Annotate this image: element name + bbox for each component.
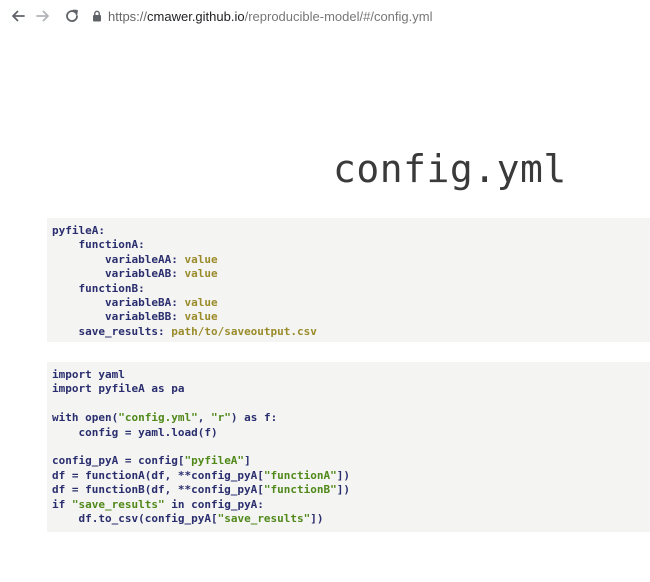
- code-token: ]): [336, 483, 351, 497]
- url-host: cmawer.github.io: [147, 8, 245, 24]
- yaml-value: path/to/saveoutput.csv: [164, 324, 317, 338]
- code-token: import pyfileA as pa: [52, 382, 185, 396]
- code-line: if "save_results" in config_pyA:: [52, 498, 645, 512]
- code-line: import pyfileA as pa: [52, 382, 645, 396]
- yaml-value: value: [177, 252, 218, 266]
- code-token: df = functionB(df, **config_pyA[: [52, 483, 264, 497]
- code-token: with open(: [52, 411, 119, 425]
- yaml-line: pyfileA:: [52, 224, 645, 238]
- code-token: if: [52, 497, 72, 511]
- yaml-value: value: [177, 295, 218, 309]
- yaml-key: variableBA:: [52, 295, 178, 309]
- python-code-block: import yaml import pyfileA as pa with open…: [47, 362, 650, 532]
- code-string: "config.yml": [118, 411, 198, 425]
- address-bar[interactable]: https://cmawer.github.io/reproducible-mo…: [92, 5, 432, 27]
- yaml-key: save_results:: [52, 324, 165, 338]
- forward-arrow-icon[interactable]: [33, 6, 53, 26]
- code-line: df.to_csv(config_pyA["save_results"]): [52, 512, 645, 526]
- code-token: in config_pyA:: [164, 497, 264, 511]
- code-token: import yaml: [52, 368, 125, 381]
- back-arrow-icon[interactable]: [8, 6, 28, 26]
- code-token: config = yaml.load(f): [52, 425, 218, 439]
- code-token: ]: [244, 454, 251, 468]
- code-line: config_pyA = config["pyfileA"]: [52, 454, 645, 468]
- code-token: df = functionA(df, **config_pyA[: [52, 468, 264, 482]
- yaml-code-block: pyfileA: functionA: variableAA: value va…: [47, 218, 650, 342]
- code-string: "save_results": [71, 497, 165, 511]
- lock-icon: [92, 10, 102, 22]
- yaml-line: variableAB: value: [52, 267, 645, 281]
- yaml-key: variableAA:: [52, 252, 178, 266]
- yaml-value: value: [177, 267, 218, 281]
- yaml-value: value: [177, 310, 218, 324]
- code-string: "pyfileA": [184, 454, 245, 468]
- code-token: ]): [310, 511, 324, 525]
- code-string: "functionA": [263, 468, 337, 482]
- code-token: config_pyA = config[: [52, 454, 185, 468]
- url-scheme: https://: [108, 8, 148, 24]
- code-line: df = functionB(df, **config_pyA["functio…: [52, 483, 645, 497]
- code-line: df = functionA(df, **config_pyA["functio…: [52, 469, 645, 483]
- code-token: ) as f:: [230, 411, 278, 425]
- yaml-line: variableBB: value: [52, 310, 645, 324]
- code-string: "save_results": [217, 511, 311, 525]
- reload-icon[interactable]: [62, 6, 82, 26]
- yaml-key: functionA:: [52, 238, 145, 252]
- yaml-line: variableBA: value: [52, 296, 645, 310]
- browser-toolbar: https://cmawer.github.io/reproducible-mo…: [0, 0, 650, 32]
- code-string: "functionB": [263, 483, 337, 497]
- page-title: config.yml: [333, 147, 567, 191]
- yaml-line: functionA:: [52, 238, 645, 252]
- yaml-key: functionB:: [52, 281, 145, 295]
- yaml-line: save_results: path/to/saveoutput.csv: [52, 325, 645, 339]
- code-line: config = yaml.load(f): [52, 426, 645, 440]
- code-token: ]): [336, 468, 351, 482]
- yaml-line: functionB:: [52, 282, 645, 296]
- yaml-key: variableAB:: [52, 267, 178, 281]
- code-line: with open("config.yml", "r") as f:: [52, 411, 645, 425]
- code-string: "r": [210, 411, 231, 425]
- code-token: df.to_csv(config_pyA[: [52, 511, 218, 525]
- yaml-key: pyfileA:: [52, 224, 105, 237]
- yaml-key: variableBB:: [52, 310, 178, 324]
- url-path: /reproducible-model/#/config.yml: [244, 8, 433, 24]
- code-line: import yaml: [52, 368, 645, 382]
- code-token: ,: [197, 411, 211, 425]
- yaml-line: variableAA: value: [52, 253, 645, 267]
